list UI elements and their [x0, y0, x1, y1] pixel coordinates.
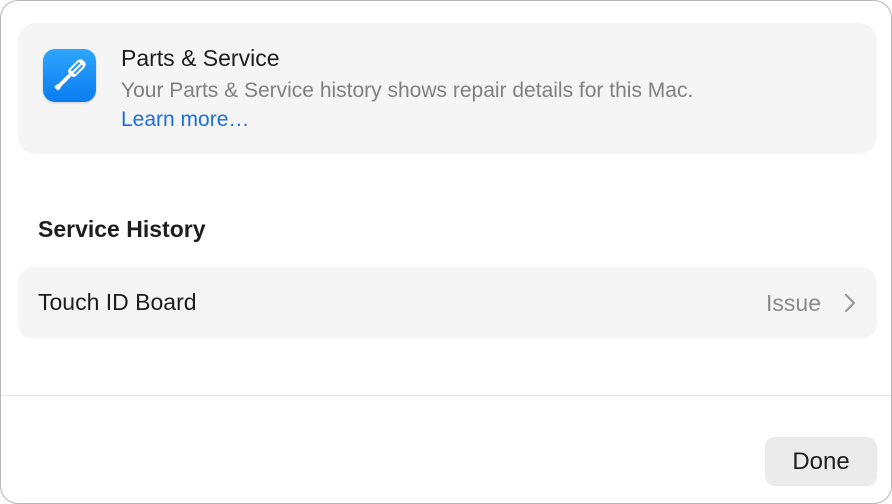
screwdriver-icon — [43, 49, 96, 102]
footer-divider — [1, 395, 891, 396]
chevron-right-icon — [843, 292, 857, 314]
card-description: Your Parts & Service history shows repai… — [121, 79, 694, 102]
card-title: Parts & Service — [121, 45, 280, 71]
learn-more-link[interactable]: Learn more… — [121, 108, 249, 132]
parts-service-dialog: Parts & Service Your Parts & Service his… — [0, 0, 892, 504]
service-item-status: Issue — [766, 290, 821, 316]
service-item-label: Touch ID Board — [38, 289, 197, 315]
service-history-header: Service History — [38, 216, 206, 242]
parts-service-info-card: Parts & Service Your Parts & Service his… — [18, 23, 877, 154]
service-history-item-touch-id-board[interactable]: Touch ID Board Issue — [18, 267, 877, 339]
done-button[interactable]: Done — [765, 437, 877, 486]
